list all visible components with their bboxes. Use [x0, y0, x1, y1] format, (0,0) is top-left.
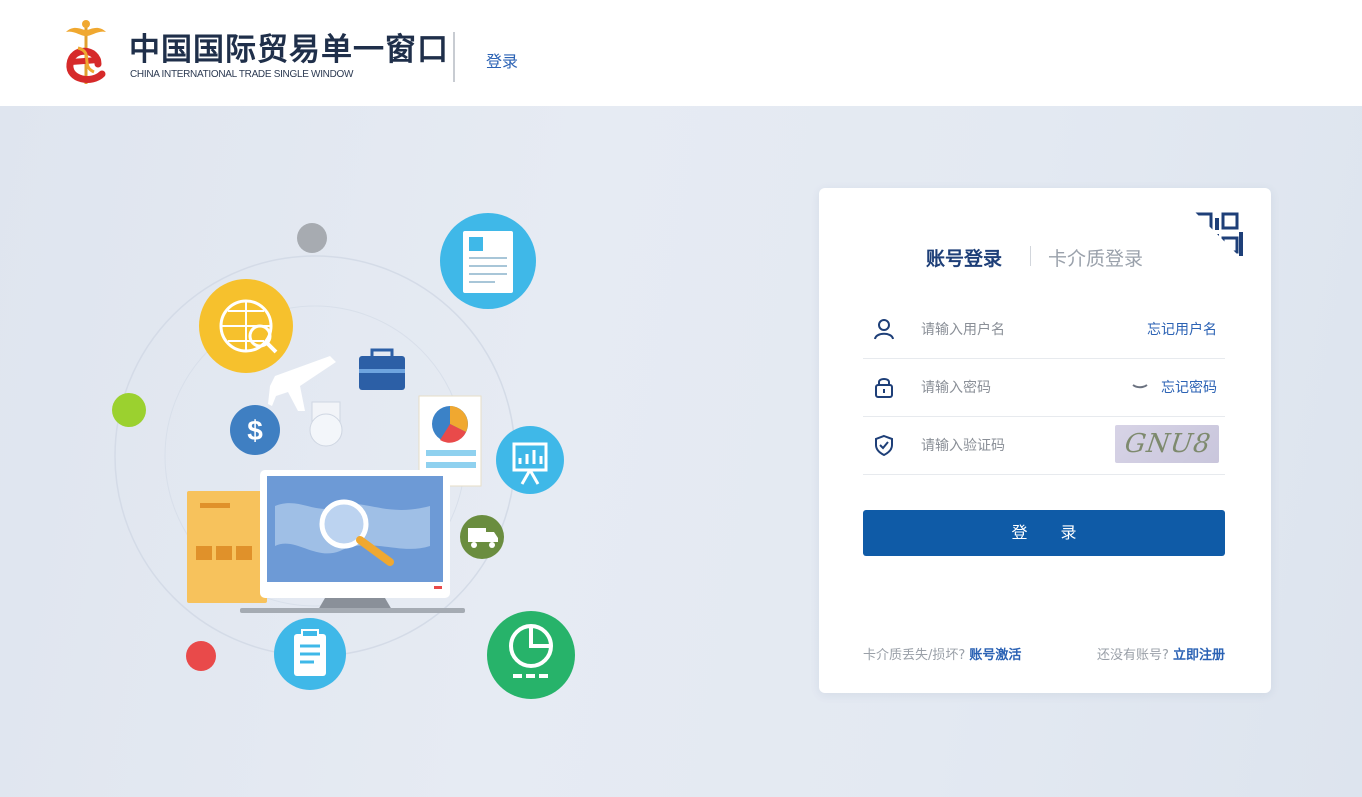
shield-icon [875, 434, 893, 456]
no-account-text: 还没有账号? [1096, 648, 1169, 663]
username-field-row: 忘记用户名 [863, 300, 1225, 359]
forgot-password-link[interactable]: 忘记密码 [1161, 377, 1217, 397]
bottom-links: 卡介质丢失/损坏? 账号激活 还没有账号? 立即注册 [863, 644, 1225, 664]
captcha-image[interactable]: GNU8 [1115, 425, 1219, 463]
captcha-text: GNU8 [1122, 429, 1214, 459]
login-tabs: 账号登录 卡介质登录 [819, 240, 1271, 270]
trade-illustration: $ [112, 213, 575, 699]
eye-closed-icon[interactable] [1131, 377, 1149, 393]
captcha-input[interactable] [919, 432, 1123, 460]
username-input[interactable] [919, 316, 1123, 344]
password-field-row: 忘记密码 [863, 358, 1225, 417]
tab-card-login[interactable]: 卡介质登录 [1048, 244, 1143, 271]
login-card: 账号登录 卡介质登录 忘记用户名 忘记密码 GNU8 [819, 188, 1271, 693]
user-icon [874, 319, 894, 340]
svg-text:$: $ [247, 415, 263, 446]
register-group: 还没有账号? 立即注册 [1097, 644, 1225, 663]
card-lost-group: 卡介质丢失/损坏? 账号激活 [863, 644, 1021, 663]
header-divider [453, 32, 455, 82]
site-header: 中国国际贸易单一窗口 CHINA INTERNATIONAL TRADE SIN… [0, 0, 1362, 106]
tab-separator [1030, 246, 1031, 266]
account-activate-link[interactable]: 账号激活 [969, 648, 1021, 663]
logo-title-cn: 中国国际贸易单一窗口 [129, 32, 449, 68]
tab-account-login[interactable]: 账号登录 [926, 244, 1002, 271]
card-lost-text: 卡介质丢失/损坏? [863, 648, 966, 663]
login-submit-button[interactable]: 登 录 [863, 510, 1225, 556]
password-input[interactable] [919, 374, 1123, 402]
captcha-field-row: GNU8 [863, 416, 1225, 475]
logo-icon[interactable] [58, 18, 114, 88]
forgot-username-link[interactable]: 忘记用户名 [1147, 319, 1217, 339]
lock-icon [875, 378, 893, 398]
header-login-link[interactable]: 登录 [486, 48, 518, 72]
logo-title-en: CHINA INTERNATIONAL TRADE SINGLE WINDOW [130, 69, 354, 80]
register-now-link[interactable]: 立即注册 [1173, 648, 1225, 663]
